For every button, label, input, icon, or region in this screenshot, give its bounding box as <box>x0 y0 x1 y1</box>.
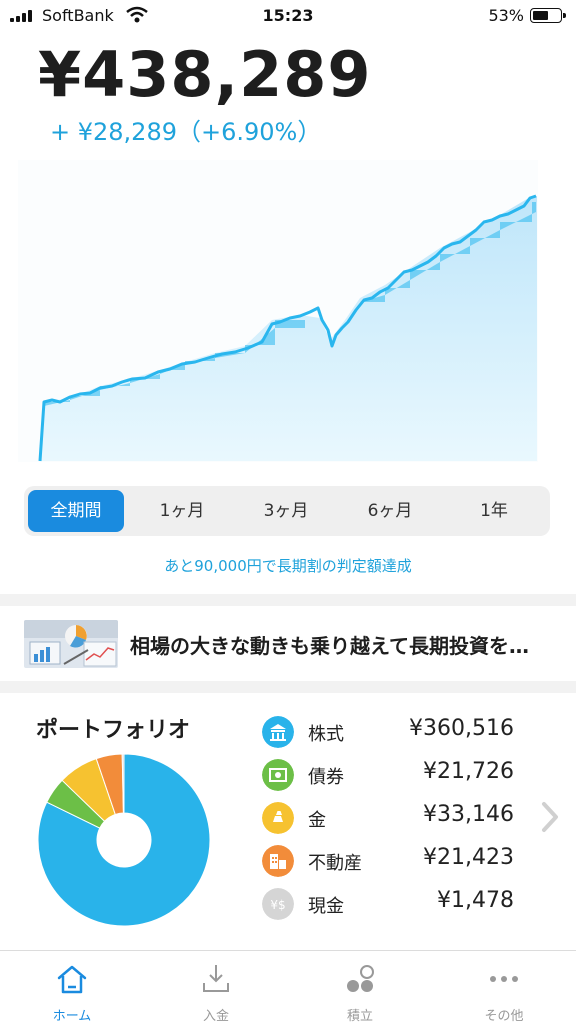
chevron-right-icon[interactable] <box>540 800 560 834</box>
real-estate-icon <box>262 845 294 877</box>
asset-name: 不動産 <box>308 853 362 874</box>
portfolio-donut-chart <box>37 753 211 927</box>
period-tab-1month[interactable]: 1ヶ月 <box>134 490 230 532</box>
news-thumbnail-image <box>24 620 118 668</box>
asset-amount: ¥21,423 <box>423 845 514 870</box>
total-asset-value: ¥438,289 <box>38 38 372 111</box>
asset-row-bonds: 債券 ¥21,726 <box>262 757 522 793</box>
period-tab-all[interactable]: 全期間 <box>28 490 124 532</box>
asset-name: 現金 <box>308 896 344 917</box>
tab-label: ホーム <box>52 1009 92 1024</box>
gold-bars-icon <box>262 802 294 834</box>
asset-row-real-estate: 不動産 ¥21,423 <box>262 843 522 879</box>
accumulate-icon <box>347 965 374 992</box>
battery-icon <box>530 8 566 23</box>
tab-accumulate[interactable]: 積立 <box>288 951 432 1024</box>
asset-amount: ¥360,516 <box>409 716 514 741</box>
tab-label: 入金 <box>202 1009 229 1024</box>
tab-home[interactable]: ホーム <box>0 951 144 1024</box>
asset-amount: ¥1,478 <box>437 888 514 913</box>
asset-amount: ¥33,146 <box>423 802 514 827</box>
status-bar: SoftBank 15:23 53% <box>0 0 576 32</box>
cash-yen-dollar-icon: ¥$ <box>262 888 294 920</box>
portfolio-title: ポートフォリオ <box>36 718 191 743</box>
battery-percent: 53% <box>488 6 524 25</box>
asset-name: 債券 <box>308 767 344 788</box>
asset-name: 金 <box>308 810 326 831</box>
period-tab-3months[interactable]: 3ヶ月 <box>238 490 334 532</box>
period-tab-1year[interactable]: 1年 <box>446 490 542 532</box>
tab-label: その他 <box>484 1009 524 1024</box>
section-divider <box>0 594 576 606</box>
tab-label: 積立 <box>346 1009 373 1024</box>
tab-deposit[interactable]: 入金 <box>144 951 288 1024</box>
asset-row-gold: 金 ¥33,146 <box>262 800 522 836</box>
bank-building-icon <box>262 716 294 748</box>
asset-row-cash: ¥$ 現金 ¥1,478 <box>262 886 522 922</box>
news-title: 相場の大きな動きも乗り越えて長期投資を… <box>130 634 529 658</box>
section-divider <box>0 681 576 693</box>
tab-more[interactable]: その他 <box>432 951 576 1024</box>
deposit-icon <box>203 965 229 992</box>
asset-history-chart[interactable] <box>0 150 576 470</box>
asset-row-stocks: 株式 ¥360,516 <box>262 714 522 750</box>
asset-name: 株式 <box>308 724 344 745</box>
bottom-tab-bar: ホーム 入金 積立 その他 <box>0 950 576 1024</box>
svg-text:¥$: ¥$ <box>270 898 285 912</box>
bond-certificate-icon <box>262 759 294 791</box>
more-dots-icon <box>490 976 518 982</box>
total-gain: + ¥28,289（+6.90%） <box>50 118 322 146</box>
asset-amount: ¥21,726 <box>423 759 514 784</box>
period-selector: 全期間 1ヶ月 3ヶ月 6ヶ月 1年 <box>24 486 550 536</box>
home-icon <box>57 965 87 994</box>
period-tab-6months[interactable]: 6ヶ月 <box>342 490 438 532</box>
long-term-discount-notice[interactable]: あと90,000円で長期割の判定額達成 <box>0 555 576 576</box>
